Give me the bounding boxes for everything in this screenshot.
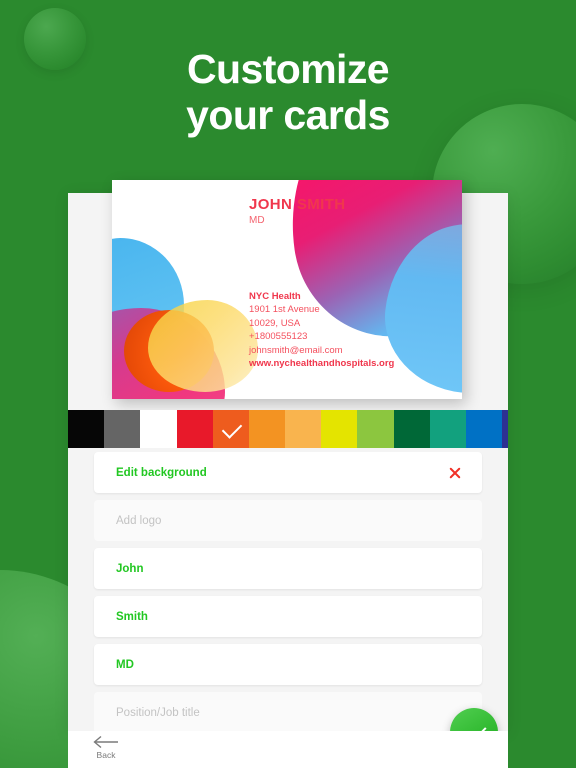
color-swatch-indigo[interactable] bbox=[502, 410, 509, 448]
color-swatch-white[interactable] bbox=[140, 410, 177, 448]
color-swatch-gray[interactable] bbox=[104, 410, 141, 448]
field-placeholder: Position/Job title bbox=[116, 706, 200, 719]
arrow-left-icon bbox=[93, 735, 118, 749]
field-value: Smith bbox=[116, 610, 148, 623]
color-swatch-yellow[interactable] bbox=[321, 410, 358, 448]
check-icon bbox=[221, 418, 243, 439]
field-row-add-logo[interactable]: Add logo bbox=[94, 500, 482, 541]
business-card-preview[interactable]: JOHN SMITH MD NYC Health 1901 1st Avenue… bbox=[112, 180, 462, 399]
field-value: MD bbox=[116, 658, 134, 671]
page-title: Customize your cards bbox=[0, 46, 576, 138]
card-email: johnsmith@email.com bbox=[249, 344, 343, 356]
color-swatch-blue[interactable] bbox=[465, 410, 503, 448]
screen: Customize your cards JOHN SMITH MD NYC H… bbox=[0, 0, 576, 768]
card-address-line1: 1901 1st Avenue bbox=[249, 304, 320, 316]
card-blob-yellow bbox=[148, 300, 258, 392]
card-fields-list: Edit background Add logo John Smith MD Positi… bbox=[68, 452, 508, 731]
card-phone: +1800555123 bbox=[249, 331, 308, 343]
color-swatch-red[interactable] bbox=[176, 410, 213, 448]
color-swatch-orange-red[interactable] bbox=[212, 410, 249, 448]
color-swatch-dark-green[interactable] bbox=[393, 410, 430, 448]
color-swatch-light-orange[interactable] bbox=[285, 410, 322, 448]
card-address-line2: 10029, USA bbox=[249, 317, 301, 329]
field-row-job-title[interactable]: Position/Job title bbox=[94, 692, 482, 731]
field-placeholder: Add logo bbox=[116, 514, 162, 527]
bottom-navigation-bar: Back bbox=[68, 731, 508, 768]
close-icon[interactable] bbox=[448, 466, 462, 480]
back-button[interactable]: Back bbox=[80, 735, 132, 760]
card-website: www.nychealthandhospitals.org bbox=[249, 358, 395, 370]
card-contact-block: NYC Health 1901 1st Avenue 10029, USA +1… bbox=[249, 290, 394, 370]
field-row-edit-background[interactable]: Edit background bbox=[94, 452, 482, 493]
back-label: Back bbox=[96, 750, 116, 760]
field-value: John bbox=[116, 562, 144, 575]
card-organization: NYC Health bbox=[249, 291, 301, 302]
color-palette[interactable] bbox=[68, 410, 509, 448]
card-name: JOHN SMITH bbox=[249, 196, 346, 213]
field-row-credentials[interactable]: MD bbox=[94, 644, 482, 685]
field-row-first-name[interactable]: John bbox=[94, 548, 482, 589]
color-swatch-orange[interactable] bbox=[248, 410, 286, 448]
page-title-line1: Customize bbox=[187, 46, 390, 92]
field-row-last-name[interactable]: Smith bbox=[94, 596, 482, 637]
page-title-line2: your cards bbox=[186, 92, 390, 138]
color-swatch-black[interactable] bbox=[68, 410, 105, 448]
color-swatch-teal[interactable] bbox=[429, 410, 466, 448]
field-value: Edit background bbox=[116, 466, 207, 479]
color-swatch-yellow-green[interactable] bbox=[357, 410, 394, 448]
card-subtitle: MD bbox=[249, 215, 265, 226]
